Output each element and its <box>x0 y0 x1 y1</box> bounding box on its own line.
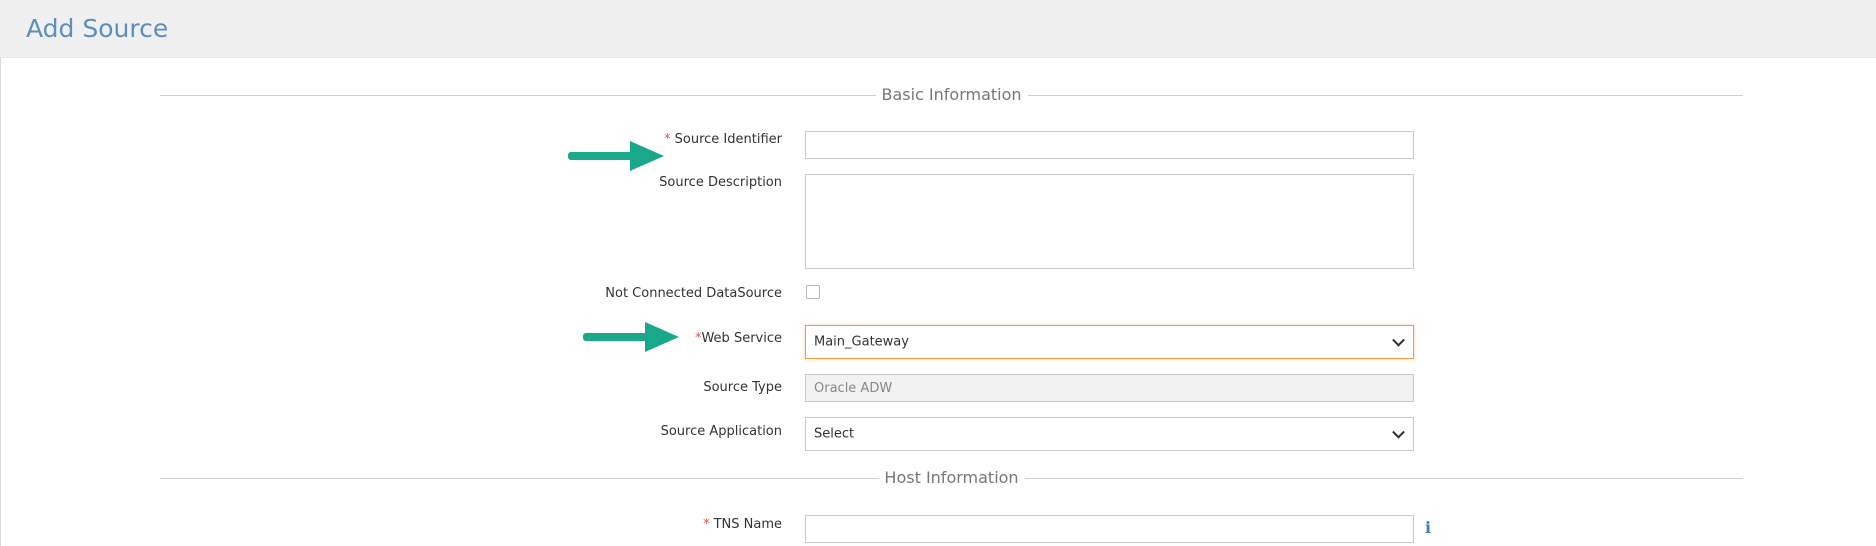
section-host-information: Host Information <box>160 466 1743 490</box>
source-description-textarea[interactable] <box>805 174 1414 269</box>
page-header: Add Source <box>0 0 1876 58</box>
arrow-right-icon <box>568 141 664 171</box>
web-service-select[interactable]: Main_Gateway <box>805 325 1414 359</box>
not-connected-datasource-label: Not Connected DataSource <box>605 286 782 301</box>
source-application-select[interactable]: Select <box>805 417 1414 451</box>
info-icon[interactable]: i <box>1425 518 1437 537</box>
source-identifier-input[interactable] <box>805 131 1414 159</box>
page-title: Add Source <box>26 14 169 43</box>
section-title-host: Host Information <box>878 468 1025 487</box>
page-left-border <box>0 0 1 546</box>
not-connected-datasource-checkbox[interactable] <box>806 285 820 299</box>
required-marker: * <box>703 517 710 532</box>
source-type-label: Source Type <box>703 380 782 395</box>
arrow-right-icon <box>583 322 679 352</box>
section-title-basic: Basic Information <box>875 85 1028 104</box>
web-service-label: *Web Service <box>694 331 782 346</box>
tns-name-input[interactable] <box>805 515 1414 543</box>
source-identifier-label: * Source Identifier <box>664 132 782 147</box>
source-description-label: Source Description <box>659 175 782 190</box>
section-basic-information: Basic Information <box>160 83 1743 107</box>
chevron-down-icon <box>1392 425 1405 439</box>
source-type-input <box>805 374 1414 402</box>
web-service-selected-value: Main_Gateway <box>814 334 909 350</box>
source-application-selected-value: Select <box>814 426 855 442</box>
source-application-label: Source Application <box>660 424 782 439</box>
chevron-down-icon <box>1392 333 1405 347</box>
required-marker: * <box>664 132 671 147</box>
tns-name-label: * TNS Name <box>703 517 782 532</box>
